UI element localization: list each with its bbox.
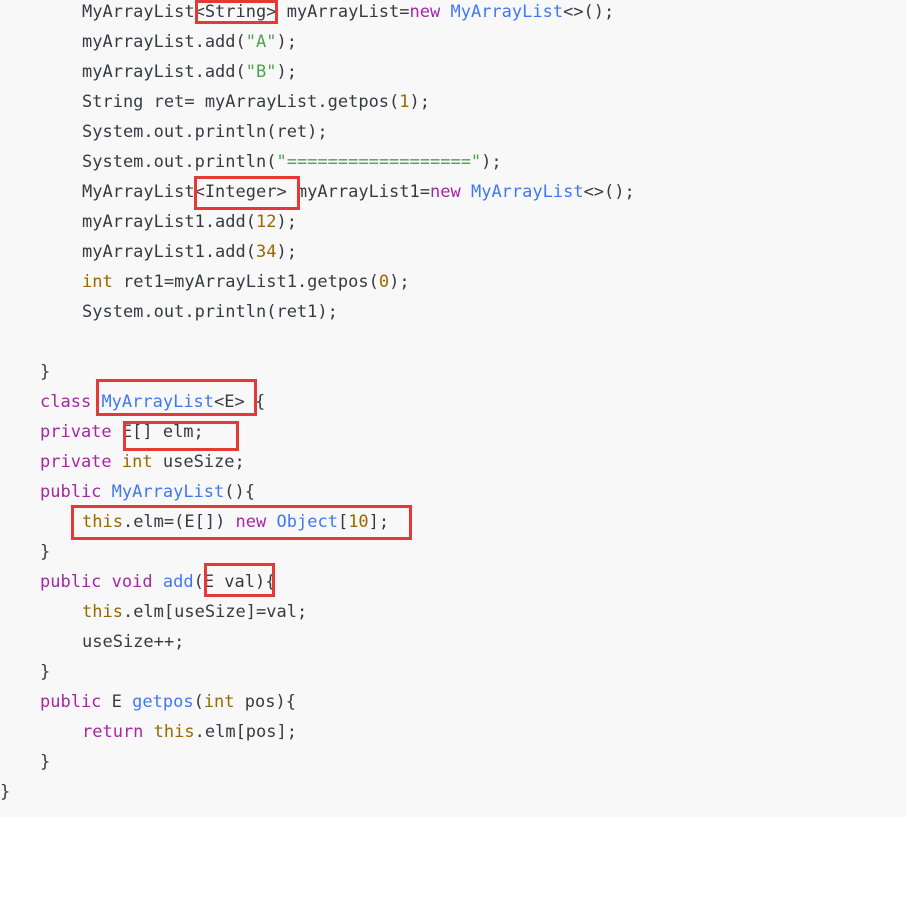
code-line: }: [0, 777, 10, 807]
code-line: useSize++;: [82, 627, 184, 657]
code-line: myArrayList.add("B");: [82, 57, 297, 87]
code-token: 0: [378, 272, 390, 292]
code-token: myArrayList.add(: [82, 32, 246, 52]
code-token: <>();: [583, 182, 635, 202]
code-token: }: [0, 782, 11, 802]
highlight-box-parameter: [204, 563, 275, 597]
highlight-box-field-declaration: [123, 421, 239, 451]
code-token: add: [162, 572, 194, 592]
code-token: System.out.println(ret1);: [82, 302, 338, 322]
code-token: 12: [256, 212, 277, 232]
empty-area: [0, 817, 911, 899]
code-line: String ret= myArrayList.getpos(1);: [82, 87, 430, 117]
code-token: int: [82, 272, 113, 292]
code-token: );: [276, 212, 297, 232]
code-token: int: [203, 692, 235, 712]
code-token: "A": [245, 32, 277, 52]
code-token: }: [40, 662, 51, 682]
code-line: myArrayList.add("A");: [82, 27, 297, 57]
code-token: System.out.println(ret);: [82, 122, 328, 142]
code-line: }: [40, 537, 50, 567]
code-token: }: [40, 362, 51, 382]
code-token: private: [40, 422, 112, 442]
code-line: }: [40, 357, 50, 387]
code-token: MyArrayList: [450, 2, 564, 22]
code-token: System.out.println(: [82, 152, 277, 172]
code-line: int ret1=myArrayList1.getpos(0);: [82, 267, 410, 297]
code-token: new: [409, 2, 441, 22]
highlight-box-class-declaration: [96, 379, 257, 416]
code-token: new: [430, 182, 461, 202]
code-token: public: [40, 692, 102, 712]
code-line: System.out.println(ret);: [82, 117, 328, 147]
code-token: }: [40, 752, 51, 772]
code-token: int: [121, 452, 153, 472]
code-token: myArrayList1.add(: [82, 242, 256, 262]
code-token: void: [111, 572, 153, 592]
code-token: (){: [224, 482, 255, 502]
code-line: }: [40, 747, 50, 777]
code-token: "B": [245, 62, 277, 82]
code-token: public: [40, 572, 102, 592]
code-token: E: [101, 692, 133, 712]
highlight-box-string-type: [195, 0, 278, 24]
code-token: ret1=myArrayList1.getpos(: [112, 272, 379, 292]
code-line: }: [40, 657, 50, 687]
code-token: getpos: [132, 692, 194, 712]
code-token: this: [82, 602, 123, 622]
code-line: return this.elm[pos];: [82, 717, 297, 747]
code-token: );: [276, 32, 297, 52]
code-token: myArrayList.add(: [82, 62, 246, 82]
code-token: String ret= myArrayList.getpos(: [82, 92, 400, 112]
code-line: public MyArrayList(){: [40, 477, 255, 507]
code-token: );: [409, 92, 431, 112]
code-token: .elm[useSize]=val;: [122, 602, 308, 622]
code-line: public E getpos(int pos){: [40, 687, 296, 717]
code-token: useSize;: [152, 452, 245, 472]
code-token: public: [40, 482, 102, 502]
code-token: useSize++;: [82, 632, 185, 652]
code-line: System.out.println("==================")…: [82, 147, 502, 177]
code-token: );: [276, 242, 297, 262]
code-line: myArrayList1.add(34);: [82, 237, 297, 267]
code-token: return: [82, 722, 144, 742]
code-token: MyArrayList: [470, 182, 584, 202]
code-line: MyArrayList<String> myArrayList=new MyAr…: [82, 0, 614, 27]
code-line: System.out.println(ret1);: [82, 297, 338, 327]
code-token: }: [40, 542, 51, 562]
code-token: "==================": [276, 152, 482, 172]
code-token: );: [481, 152, 502, 172]
code-line: this.elm[useSize]=val;: [82, 597, 307, 627]
code-token: <>();: [563, 2, 615, 22]
code-token: .elm[pos];: [194, 722, 297, 742]
highlight-box-integer-type: [194, 176, 300, 210]
code-token: this: [153, 722, 195, 742]
code-token: private: [40, 452, 112, 472]
code-token: );: [389, 272, 410, 292]
code-token: MyArrayList: [111, 482, 225, 502]
code-token: myArrayList1.add(: [82, 212, 256, 232]
highlight-box-array-creation: [71, 505, 412, 540]
code-line: private int useSize;: [40, 447, 245, 477]
code-token: 34: [256, 242, 277, 262]
code-line: myArrayList1.add(12);: [82, 207, 297, 237]
code-token: );: [276, 62, 297, 82]
code-token: class: [40, 392, 92, 412]
code-token: 1: [399, 92, 410, 112]
code-block: MyArrayList<String> myArrayList=new MyAr…: [0, 0, 906, 817]
code-token: pos){: [234, 692, 296, 712]
code-token: (: [193, 692, 204, 712]
code-line: MyArrayList<Integer> myArrayList1=new My…: [82, 177, 635, 207]
